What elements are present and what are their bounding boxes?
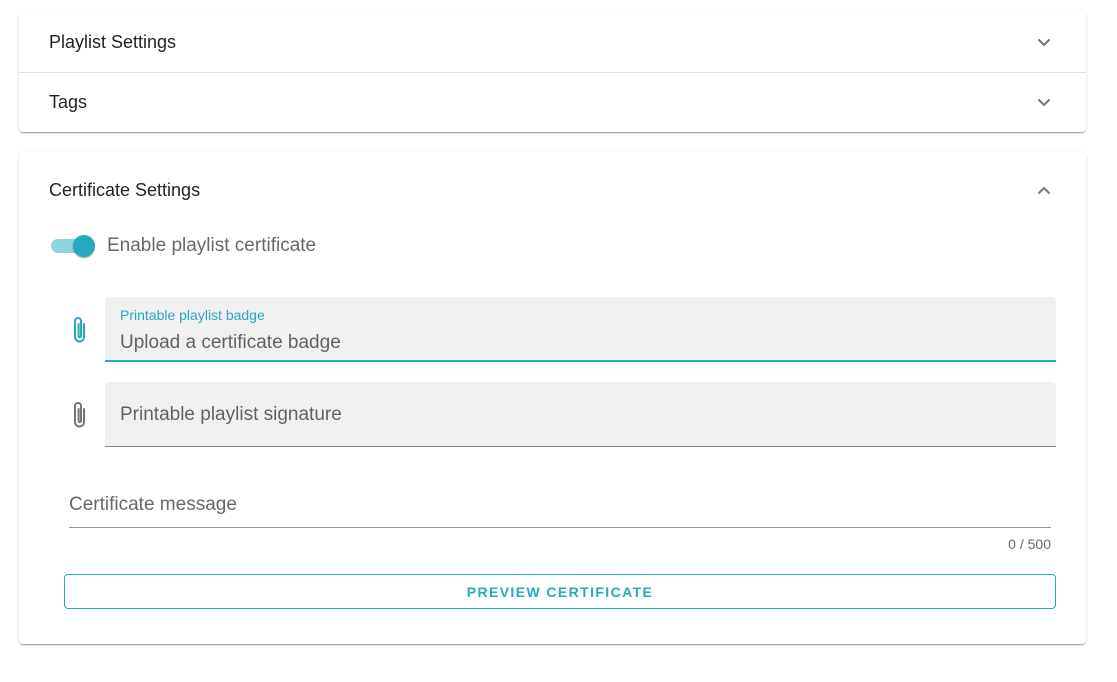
tags-title: Tags xyxy=(49,92,88,112)
badge-field-value: Upload a certificate badge xyxy=(120,332,341,353)
paperclip-icon[interactable] xyxy=(66,400,94,430)
certificate-settings-header[interactable]: Certificate Settings xyxy=(19,152,1086,228)
character-counter: 0 / 500 xyxy=(1008,536,1051,552)
badge-upload-field[interactable]: Printable playlist badge Upload a certif… xyxy=(105,297,1056,362)
playlist-settings-title: Playlist Settings xyxy=(49,31,177,52)
paperclip-icon[interactable] xyxy=(66,315,94,345)
enable-certificate-label: Enable playlist certificate xyxy=(107,235,317,256)
badge-upload-row: Printable playlist badge Upload a certif… xyxy=(64,297,1056,362)
playlist-settings-header[interactable]: Playlist Settings xyxy=(19,12,1086,72)
badge-field-label: Printable playlist badge xyxy=(120,307,265,323)
signature-upload-row: Printable playlist signature xyxy=(64,382,1056,447)
certificate-settings-title: Certificate Settings xyxy=(49,179,201,200)
signature-upload-field[interactable]: Printable playlist signature xyxy=(105,382,1056,447)
signature-field-label: Printable playlist signature xyxy=(120,404,342,425)
certificate-message-field[interactable]: Certificate message xyxy=(69,482,1051,528)
switch-track[interactable] xyxy=(51,235,95,257)
tags-header[interactable]: Tags xyxy=(19,72,1086,132)
expansion-panels: Playlist Settings Tags xyxy=(19,12,1086,132)
certificate-message-placeholder: Certificate message xyxy=(69,494,237,515)
preview-certificate-button[interactable]: PREVIEW CERTIFICATE xyxy=(64,574,1056,609)
switch-thumb[interactable] xyxy=(73,235,95,257)
chevron-down-icon xyxy=(1032,30,1056,54)
enable-certificate-switch[interactable]: Enable playlist certificate xyxy=(51,232,316,260)
certificate-settings-panel: Certificate Settings Enable playlist cer… xyxy=(19,152,1086,644)
chevron-up-icon xyxy=(1032,178,1056,202)
chevron-down-icon xyxy=(1032,91,1056,115)
